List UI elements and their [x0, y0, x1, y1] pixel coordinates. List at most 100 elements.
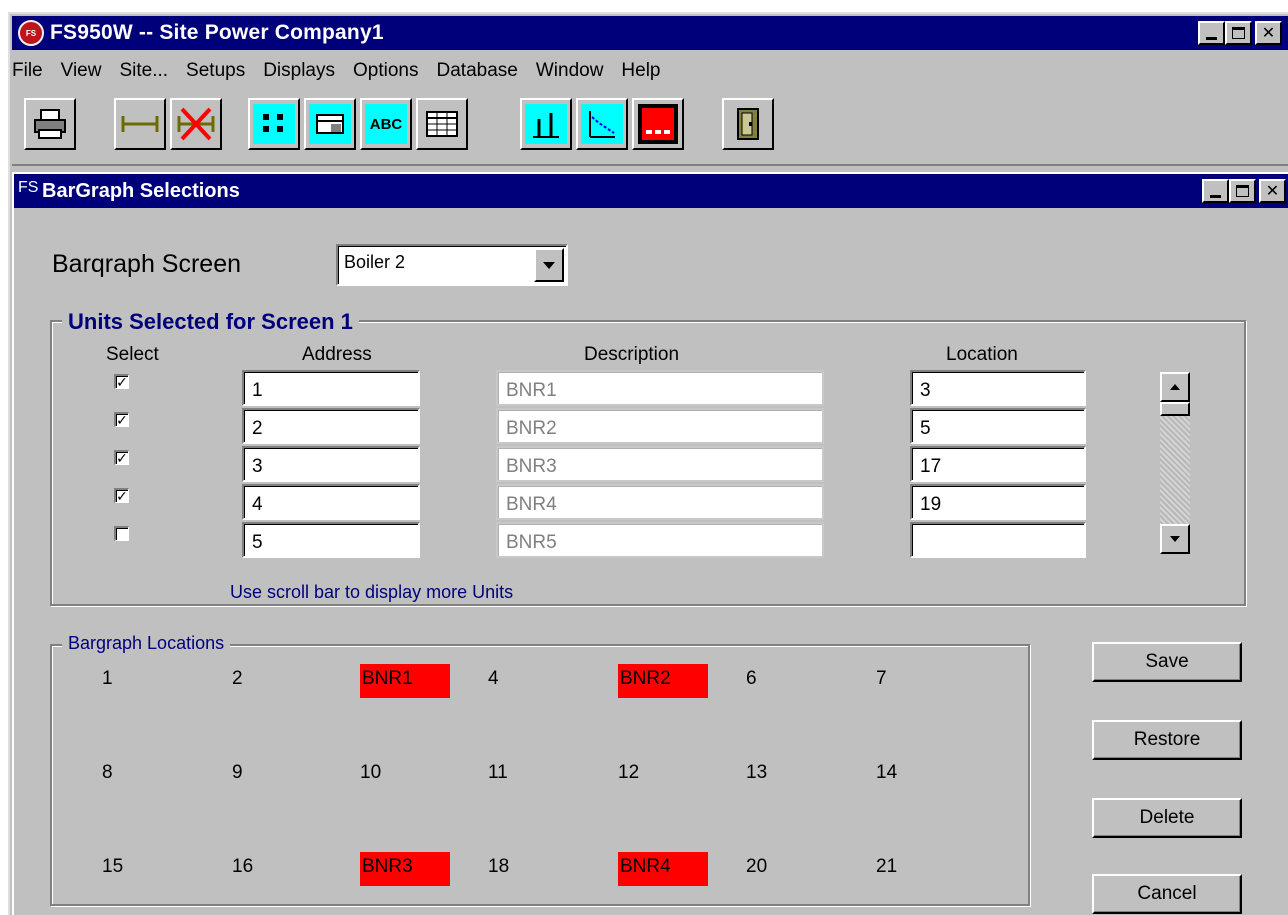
location-cell-assigned: BNR4: [618, 852, 708, 886]
bargraph-button[interactable]: [520, 98, 572, 150]
bargraph-screen-select[interactable]: Boiler 2: [336, 244, 568, 286]
window-controls: ✕: [1198, 21, 1282, 45]
close-button[interactable]: ✕: [1255, 21, 1282, 45]
alarm-panel-button[interactable]: [632, 98, 684, 150]
bargraph-selections-window: FS BarGraph Selections ✕ Barqraph Screen…: [12, 172, 1288, 915]
location-cell: 6: [746, 668, 757, 689]
main-title-bar[interactable]: FS FS950W -- Site Power Company1 ✕: [12, 16, 1288, 50]
unit-4-address[interactable]: 4: [242, 484, 420, 520]
chevron-down-icon: [543, 261, 555, 269]
range-delete-icon: [177, 107, 215, 141]
bargraph-screen-value: Boiler 2: [344, 252, 406, 272]
menu-displays[interactable]: Displays: [263, 60, 335, 82]
menu-view[interactable]: View: [61, 60, 102, 82]
menu-window[interactable]: Window: [536, 60, 604, 82]
detail-view-button[interactable]: [304, 98, 356, 150]
menu-file[interactable]: File: [12, 60, 43, 82]
checkmark-icon: ✓: [116, 374, 128, 390]
scroll-up-button[interactable]: [1160, 372, 1190, 402]
minimize-icon: [1206, 36, 1217, 40]
range-connect-button[interactable]: [114, 98, 166, 150]
chevron-down-icon: [1170, 536, 1180, 542]
child-title-bar[interactable]: FS BarGraph Selections ✕: [14, 174, 1288, 208]
exit-button[interactable]: [722, 98, 774, 150]
unit-1-address[interactable]: 1: [242, 370, 420, 406]
unit-5-location[interactable]: [910, 522, 1086, 558]
door-exit-icon: [737, 108, 759, 140]
scroll-hint: Use scroll bar to display more Units: [230, 582, 514, 602]
unit-5-checkbox[interactable]: [114, 526, 129, 541]
unit-1-description: BNR1: [496, 370, 824, 406]
menu-bar: File View Site... Setups Displays Option…: [12, 56, 1288, 86]
child-minimize-button[interactable]: [1202, 179, 1229, 203]
unit-2-description: BNR2: [496, 408, 824, 444]
site-power-logo-icon[interactable]: FS: [18, 179, 42, 203]
unit-5-address[interactable]: 5: [242, 522, 420, 558]
menu-database[interactable]: Database: [437, 60, 518, 82]
location-cell-assigned: BNR1: [360, 664, 450, 698]
child-close-button[interactable]: ✕: [1259, 179, 1286, 203]
unit-5-description: BNR5: [496, 522, 824, 558]
dropdown-arrow-button[interactable]: [534, 248, 564, 282]
menu-setups[interactable]: Setups: [186, 60, 245, 82]
unit-2-checkbox[interactable]: ✓: [114, 412, 129, 427]
unit-3-location[interactable]: 17: [910, 446, 1086, 482]
location-cell: 1: [102, 668, 113, 689]
save-button[interactable]: Save: [1092, 642, 1242, 682]
checkmark-icon: ✓: [116, 488, 128, 504]
window-title: FS950W -- Site Power Company1: [50, 21, 384, 44]
scroll-down-button[interactable]: [1160, 524, 1190, 554]
unit-3-description: BNR3: [496, 446, 824, 482]
cancel-button[interactable]: Cancel: [1092, 874, 1242, 914]
bargraph-icon: [525, 104, 567, 144]
child-window-controls: ✕: [1202, 179, 1286, 203]
list-view-button[interactable]: [248, 98, 300, 150]
scroll-thumb[interactable]: [1160, 402, 1190, 416]
units-scrollbar[interactable]: [1160, 372, 1190, 554]
unit-2-location[interactable]: 5: [910, 408, 1086, 444]
site-power-logo-icon[interactable]: FS: [18, 20, 44, 46]
unit-1-checkbox[interactable]: ✓: [114, 374, 129, 389]
child-window-title: BarGraph Selections: [42, 179, 240, 202]
text-abc-icon: ABC: [365, 104, 407, 144]
menu-options[interactable]: Options: [353, 60, 418, 82]
unit-1-location[interactable]: 3: [910, 370, 1086, 406]
location-cell: 10: [360, 762, 382, 783]
location-column-header: Location: [946, 344, 1018, 365]
alarm-panel-icon: [638, 104, 678, 144]
unit-4-location[interactable]: 19: [910, 484, 1086, 520]
location-cell: 21: [876, 856, 898, 877]
location-cell: 8: [102, 762, 113, 783]
location-cell: 18: [488, 856, 510, 877]
maximize-button[interactable]: [1225, 21, 1252, 45]
trend-chart-icon: [581, 104, 623, 144]
select-column-header: Select: [106, 344, 159, 365]
text-abc-button[interactable]: ABC: [360, 98, 412, 150]
unit-3-checkbox[interactable]: ✓: [114, 450, 129, 465]
close-icon: ✕: [1265, 183, 1280, 200]
table-view-icon: [426, 111, 458, 137]
table-view-button[interactable]: [416, 98, 468, 150]
trend-chart-button[interactable]: [576, 98, 628, 150]
location-cell: 4: [488, 668, 499, 689]
range-delete-button[interactable]: [170, 98, 222, 150]
minimize-button[interactable]: [1198, 21, 1225, 45]
location-cell: 12: [618, 762, 640, 783]
menu-site[interactable]: Site...: [119, 60, 168, 82]
restore-button[interactable]: Restore: [1092, 720, 1242, 760]
unit-2-address[interactable]: 2: [242, 408, 420, 444]
printer-icon: [34, 109, 66, 139]
detail-view-icon: [309, 104, 351, 144]
child-maximize-button[interactable]: [1229, 179, 1256, 203]
unit-4-checkbox[interactable]: ✓: [114, 488, 129, 503]
delete-button[interactable]: Delete: [1092, 798, 1242, 838]
unit-3-address[interactable]: 3: [242, 446, 420, 482]
location-cell-assigned: BNR2: [618, 664, 708, 698]
location-cell-assigned: BNR3: [360, 852, 450, 886]
print-button[interactable]: [24, 98, 76, 150]
menu-help[interactable]: Help: [621, 60, 660, 82]
location-cell: 13: [746, 762, 768, 783]
list-view-icon: [253, 104, 295, 144]
unit-4-description: BNR4: [496, 484, 824, 520]
chevron-up-icon: [1170, 384, 1180, 390]
